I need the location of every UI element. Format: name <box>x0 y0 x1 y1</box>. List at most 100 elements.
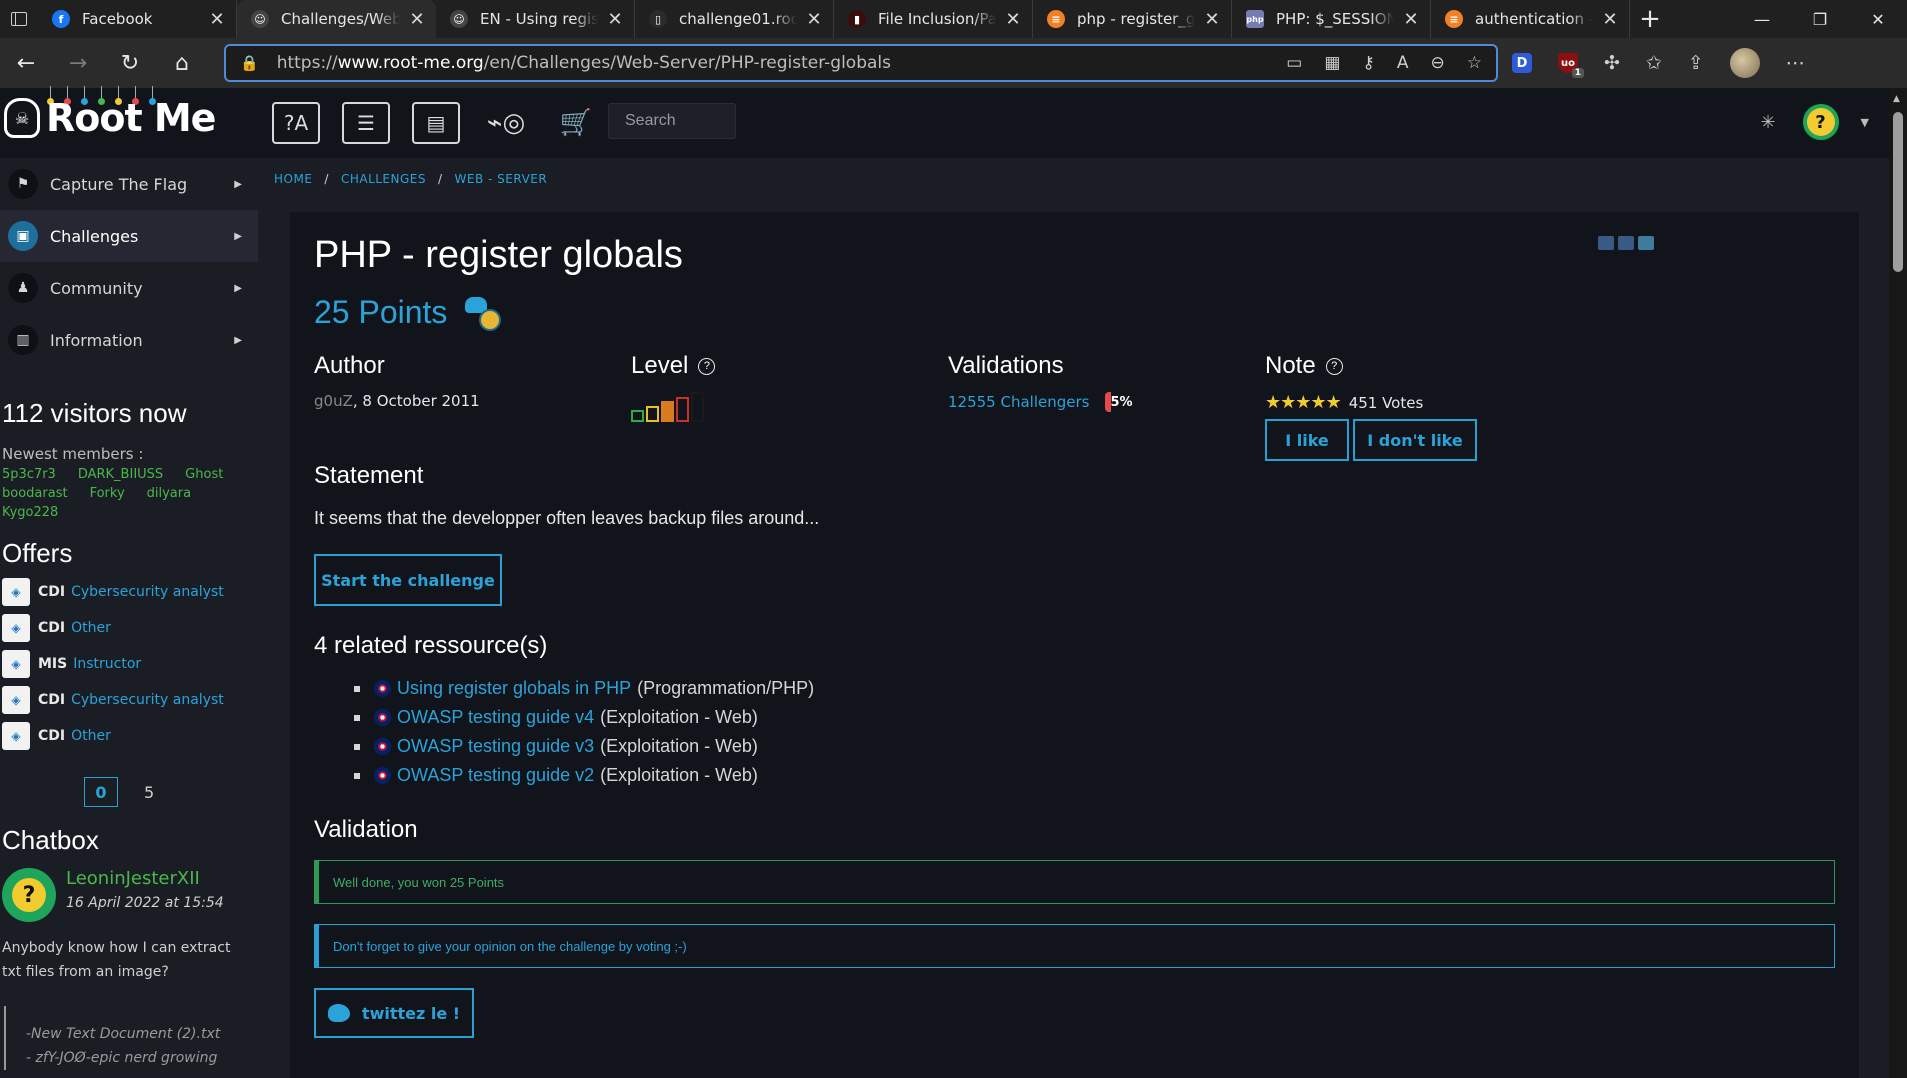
refresh-button[interactable]: ↻ <box>104 43 156 83</box>
sidebar-item-capture-the-flag[interactable]: ⚑ Capture The Flag ▶ <box>0 158 258 210</box>
offer-item[interactable]: ◈ CDI Cybersecurity analyst <box>2 578 258 606</box>
user-avatar[interactable]: ? <box>1800 102 1841 142</box>
close-tab-icon[interactable]: ✕ <box>1402 9 1420 30</box>
favorites-icon[interactable]: ✩ <box>1646 52 1662 74</box>
offer-role[interactable]: Instructor <box>73 656 141 672</box>
close-tab-icon[interactable]: ✕ <box>606 9 624 30</box>
browser-tab[interactable]: ≡ php - register_gl ✕ <box>1033 0 1232 38</box>
validations-link[interactable]: 12555 Challengers <box>948 393 1089 411</box>
more-menu-icon[interactable]: ⋯ <box>1786 52 1805 74</box>
chat-username[interactable]: LeoninJesterXII <box>66 868 224 889</box>
close-tab-icon[interactable]: ✕ <box>208 9 226 30</box>
chat-avatar[interactable]: ? <box>2 868 56 922</box>
author-name[interactable]: g0uZ <box>314 392 353 410</box>
home-button[interactable]: ⌂ <box>156 43 208 83</box>
member-link[interactable]: Ghost <box>185 467 223 482</box>
tweet-label: twittez le ! <box>361 1003 461 1023</box>
close-tab-icon[interactable]: ✕ <box>1004 9 1022 30</box>
tab-actions-button[interactable] <box>0 0 38 38</box>
close-tab-icon[interactable]: ✕ <box>805 9 823 30</box>
help-icon[interactable]: ? <box>1325 357 1343 375</box>
member-link[interactable]: dilyara <box>147 486 191 501</box>
help-icon[interactable]: ? <box>698 357 716 375</box>
linkedin-share-icon[interactable] <box>1618 236 1634 250</box>
page-title: PHP - register globals <box>314 234 683 276</box>
browser-tab[interactable]: ▮ File Inclusion/Pat ✕ <box>834 0 1033 38</box>
extensions-puzzle-icon[interactable]: ✣ <box>1604 52 1620 74</box>
radar-nav-icon[interactable]: ⌁◎ <box>482 102 530 144</box>
offer-item[interactable]: ◈ MIS Instructor <box>2 650 258 678</box>
shop-cart-icon[interactable]: 🛒 <box>552 102 600 144</box>
sidebar-item-information[interactable]: ▥ Information ▶ <box>0 314 258 366</box>
close-tab-icon[interactable]: ✕ <box>1601 9 1619 30</box>
member-link[interactable]: boodarast <box>2 486 68 501</box>
offer-item[interactable]: ◈ CDI Other <box>2 614 258 642</box>
read-aloud-icon[interactable]: A <box>1397 53 1409 73</box>
search-input[interactable]: Search <box>608 103 736 139</box>
offer-role[interactable]: Other <box>71 728 111 744</box>
sidebar-item-community[interactable]: ♟ Community ▶ <box>0 262 258 314</box>
member-link[interactable]: Kygo228 <box>2 505 58 520</box>
rootme-logo[interactable]: ☠ Root Me <box>4 96 216 140</box>
twitter-share-icon[interactable] <box>1638 236 1654 250</box>
tools-nav-icon[interactable]: ▤ <box>412 102 460 144</box>
breadcrumb-home[interactable]: HOME <box>274 172 312 186</box>
dislike-button[interactable]: I don't like <box>1353 419 1477 461</box>
ublock-icon[interactable]: uo 1 <box>1558 53 1584 78</box>
start-challenge-button[interactable]: Start the challenge <box>314 554 502 606</box>
back-button[interactable]: ← <box>0 43 52 83</box>
offer-role[interactable]: Cybersecurity analyst <box>71 584 224 600</box>
share-icon[interactable]: ⇪ <box>1688 52 1704 74</box>
restore-button[interactable]: ❐ <box>1791 0 1849 38</box>
chevron-down-icon[interactable]: ▼ <box>1861 116 1869 129</box>
facebook-share-icon[interactable] <box>1598 236 1614 250</box>
browser-tab[interactable]: ≡ authentication - I ✕ <box>1431 0 1630 38</box>
profile-avatar[interactable] <box>1729 48 1760 78</box>
browser-tab[interactable]: ☺ Challenges/Web ✕ <box>237 0 436 38</box>
close-window-button[interactable]: ✕ <box>1849 0 1907 38</box>
scrollbar-thumb[interactable] <box>1893 112 1903 272</box>
browser-tab[interactable]: f Facebook ✕ <box>38 0 237 38</box>
tweet-button[interactable]: twittez le ! <box>314 988 474 1038</box>
language-globe-icon[interactable]: ✳ <box>1761 112 1781 133</box>
forward-button[interactable]: → <box>52 43 104 83</box>
sidebar-item-challenges[interactable]: ▣ Challenges ▶ <box>0 210 258 262</box>
faq-nav-icon[interactable]: ?A <box>272 102 320 144</box>
breadcrumb-challenges[interactable]: CHALLENGES <box>341 172 426 186</box>
close-tab-icon[interactable]: ✕ <box>1203 9 1221 30</box>
app-available-icon[interactable]: ▭ <box>1286 53 1302 73</box>
member-link[interactable]: Forky <box>90 486 125 501</box>
minimize-button[interactable]: — <box>1733 0 1791 38</box>
web-server-category-icon <box>465 295 502 331</box>
offer-role[interactable]: Other <box>71 620 111 636</box>
tab-strip: f Facebook ✕ ☺ Challenges/Web ✕ ☺ EN - Using re… <box>38 0 1630 38</box>
pager-next[interactable]: 5 <box>144 783 154 802</box>
zoom-out-icon[interactable]: ⊖ <box>1431 53 1445 73</box>
like-button[interactable]: I like <box>1265 419 1349 461</box>
close-tab-icon[interactable]: ✕ <box>408 9 426 30</box>
resource-link[interactable]: OWASP testing guide v4 <box>397 707 594 728</box>
breadcrumb-web-server[interactable]: WEB - SERVER <box>455 172 548 186</box>
browser-tab[interactable]: php PHP: $_SESSION ✕ <box>1232 0 1431 38</box>
doc-nav-icon[interactable]: ☰ <box>342 102 390 144</box>
offer-item[interactable]: ◈ CDI Cybersecurity analyst <box>2 686 258 714</box>
password-key-icon[interactable]: ⚷ <box>1362 53 1374 73</box>
browser-tab[interactable]: ▯ challenge01.root- ✕ <box>635 0 834 38</box>
scroll-up-icon[interactable]: ▲ <box>1893 94 1900 104</box>
address-bar[interactable]: 🔒 https://www.root-me.org/en/Challenges/… <box>224 44 1498 82</box>
new-tab-button[interactable]: + <box>1630 0 1670 38</box>
offer-role[interactable]: Cybersecurity analyst <box>71 692 224 708</box>
company-logo-icon: ◈ <box>2 578 30 606</box>
resource-link[interactable]: OWASP testing guide v3 <box>397 736 594 757</box>
member-link[interactable]: DARK_BIIUSS <box>78 467 163 482</box>
member-link[interactable]: 5p3c7r3 <box>2 467 56 482</box>
page-scrollbar[interactable]: ▲ <box>1889 88 1907 1078</box>
resource-link[interactable]: Using register globals in PHP <box>397 678 631 699</box>
collections-icon[interactable]: ▦ <box>1324 53 1340 73</box>
extension-d-icon[interactable]: D <box>1512 53 1532 73</box>
offer-item[interactable]: ◈ CDI Other <box>2 722 258 750</box>
resource-link[interactable]: OWASP testing guide v2 <box>397 765 594 786</box>
add-favorite-icon[interactable]: ☆ <box>1467 53 1482 73</box>
pager-current[interactable]: 0 <box>84 777 118 807</box>
browser-tab[interactable]: ☺ EN - Using registe ✕ <box>436 0 635 38</box>
